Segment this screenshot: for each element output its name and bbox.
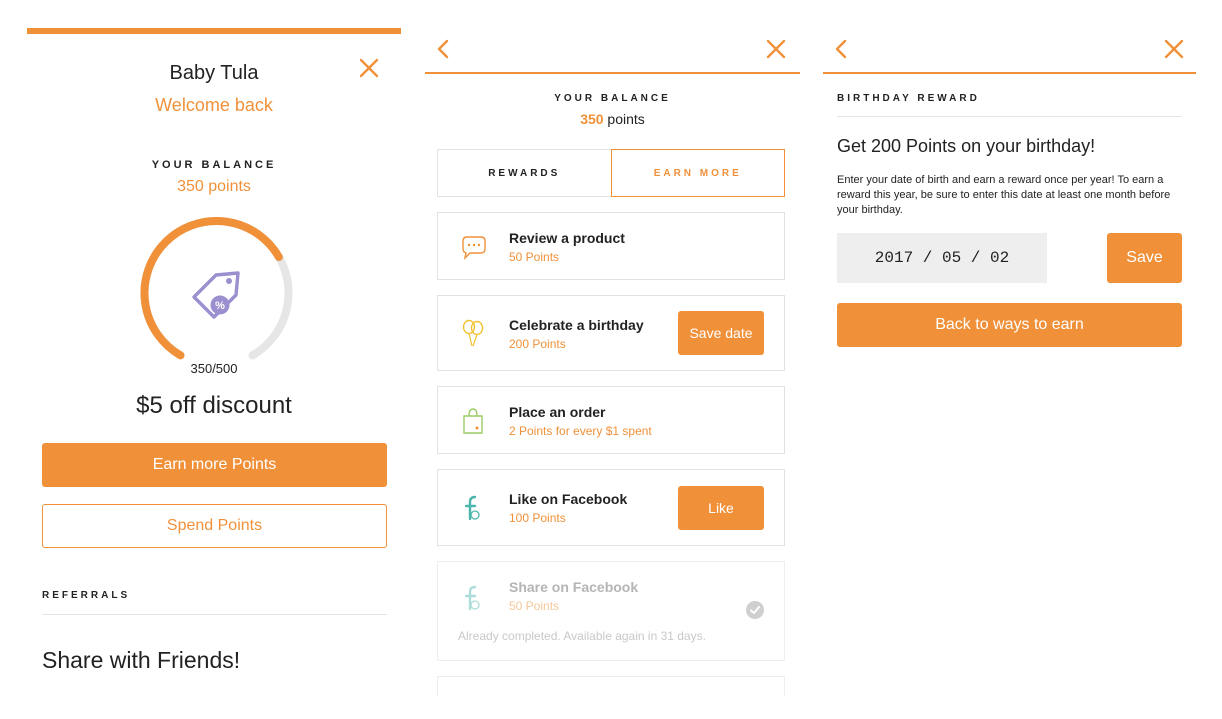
back-chevron-icon[interactable] (435, 38, 451, 60)
card-title: Share on Facebook (509, 579, 639, 595)
facebook-icon (464, 495, 480, 521)
header-divider (425, 72, 800, 74)
progress-text: 350/500 (190, 361, 238, 376)
tab-rewards[interactable]: REWARDS (437, 149, 611, 197)
card-title: Review a product (509, 230, 625, 246)
birthday-reward-panel: BIRTHDAY REWARD Get 200 Points on your b… (823, 0, 1196, 719)
card-title: Place an order (509, 404, 606, 420)
share-heading: Share with Friends! (42, 647, 241, 673)
section-label: BIRTHDAY REWARD (837, 93, 980, 104)
brand-name: Baby Tula (169, 62, 259, 84)
tab-earn-more[interactable]: EARN MORE (610, 149, 785, 197)
top-accent-bar (27, 28, 401, 34)
checkmark-icon (746, 601, 764, 619)
save-button[interactable]: Save (1107, 233, 1182, 283)
gauge-fill (140, 217, 283, 360)
welcome-message: Welcome back (155, 95, 273, 115)
close-icon[interactable] (357, 56, 381, 80)
next-reward-label: $5 off discount (136, 392, 292, 419)
back-chevron-icon[interactable] (833, 38, 849, 60)
points-progress-gauge: % (140, 217, 293, 360)
completed-note: Already completed. Available again in 31… (458, 629, 706, 643)
balance-value: 350 points (177, 178, 251, 195)
shopping-bag-icon (463, 408, 483, 434)
referrals-label: REFERRALS (42, 590, 131, 601)
card-points: 50 Points (509, 250, 560, 264)
earn-card-share-facebook: Share on Facebook 50 Points Already comp… (437, 561, 785, 661)
earn-card-like-facebook: Like on Facebook 100 Points Like (437, 469, 785, 546)
card-title: Celebrate a birthday (509, 317, 644, 333)
chat-bubble-icon (462, 236, 486, 261)
birth-date-input[interactable]: 2017 / 05 / 02 (837, 233, 1047, 283)
balloons-icon (462, 319, 484, 347)
facebook-icon (464, 585, 480, 611)
earn-card-place-order: Place an order 2 Points for every $1 spe… (437, 386, 785, 454)
card-points: 50 Points (509, 599, 560, 613)
earn-card-birthday: Celebrate a birthday 200 Points Save dat… (437, 295, 785, 371)
earn-card-next (437, 676, 785, 696)
balance-label: YOUR BALANCE (151, 159, 277, 171)
svg-text:%: % (215, 300, 225, 312)
close-icon[interactable] (765, 38, 787, 60)
back-to-ways-to-earn-button[interactable]: Back to ways to earn (837, 303, 1182, 347)
earn-more-panel: YOUR BALANCE 350 points REWARDS EARN MOR… (425, 0, 800, 719)
save-date-button[interactable]: Save date (678, 311, 764, 355)
divider (42, 614, 387, 615)
card-title: Like on Facebook (509, 491, 628, 507)
like-button[interactable]: Like (678, 486, 764, 530)
balance-amount: 350 (580, 111, 604, 127)
rewards-tabs: REWARDS EARN MORE (437, 149, 785, 197)
card-points: 200 Points (509, 337, 566, 351)
price-tag-percent-icon: % (192, 271, 240, 319)
balance-unit: points (603, 111, 645, 127)
earn-more-points-button[interactable]: Earn more Points (42, 443, 387, 487)
card-points: 100 Points (509, 511, 566, 525)
divider (837, 116, 1182, 117)
rewards-home-panel: Baby Tula Welcome back YOUR BALANCE 350 … (27, 0, 401, 719)
card-points: 2 Points for every $1 spent (509, 424, 652, 438)
balance-value: 350 points (425, 111, 800, 127)
earn-card-review-product: Review a product 50 Points (437, 212, 785, 280)
spend-points-button[interactable]: Spend Points (42, 504, 387, 548)
birthday-description: Enter your date of birth and earn a rewa… (837, 174, 1171, 216)
close-icon[interactable] (1163, 38, 1185, 60)
balance-label: YOUR BALANCE (554, 93, 671, 104)
header-divider (823, 72, 1196, 74)
birthday-headline: Get 200 Points on your birthday! (837, 136, 1096, 156)
